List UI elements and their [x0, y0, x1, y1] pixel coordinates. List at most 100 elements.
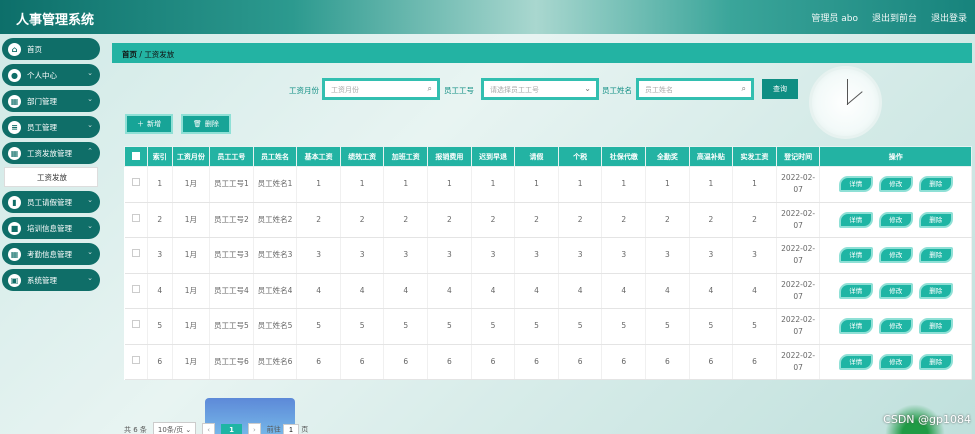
- row-checkbox[interactable]: [124, 344, 148, 380]
- table-row[interactable]: 4 1月 员工工号4 员工姓名4 4 4 4 4 4 4 4 4 4 4 4 2022-02-07 详情 修改 删除: [124, 273, 972, 309]
- table-row[interactable]: 1 1月 员工工号1 员工姓名1 1 1 1 1 1 1 1 1 1 1 1 2022-02-07 详情 修改 删除: [124, 166, 972, 203]
- row-delete-button[interactable]: 删除: [918, 353, 953, 370]
- edit-button[interactable]: 修改: [878, 211, 913, 228]
- sidebar-item-home[interactable]: ⌂ 首页: [2, 38, 100, 60]
- edit-button[interactable]: 修改: [878, 318, 913, 335]
- table-cell: 4: [558, 273, 603, 309]
- box-icon: ▣: [8, 273, 21, 287]
- search-button[interactable]: 查询: [762, 79, 798, 99]
- table-body: 1 1月 员工工号1 员工姓名1 1 1 1 1 1 1 1 1 1 1 1 2022-02-07 详情 修改 删除…: [124, 166, 972, 380]
- sidebar-item-label: 培训信息管理: [27, 223, 72, 233]
- table-cell: 3: [645, 237, 690, 274]
- detail-button[interactable]: 详情: [838, 318, 873, 335]
- row-actions: 详情 修改 删除: [819, 308, 972, 345]
- table-cell: 4: [514, 273, 559, 309]
- row-checkbox[interactable]: [124, 202, 148, 238]
- row-checkbox[interactable]: [124, 308, 148, 345]
- table-cell: 6: [601, 344, 647, 380]
- empno-select[interactable]: 请选择员工工号 ⌄: [481, 78, 599, 100]
- table-cell: 6: [383, 344, 429, 380]
- table-cell: 员工姓名3: [253, 237, 298, 274]
- next-page-button[interactable]: ›: [247, 423, 261, 434]
- sidebar-item-system[interactable]: ▣ 系统管理 ⌄: [2, 269, 100, 291]
- page-size-select[interactable]: 10条/页 ⌄: [152, 422, 197, 434]
- sidebar-item-employee[interactable]: ≡ 员工管理 ⌄: [2, 116, 100, 138]
- table-row[interactable]: 6 1月 员工工号6 员工姓名6 6 6 6 6 6 6 6 6 6 6 6 2022-02-07 详情 修改 删除: [124, 344, 972, 380]
- table-cell: 6: [147, 344, 173, 380]
- detail-button[interactable]: 详情: [838, 211, 873, 228]
- sidebar-item-label: 个人中心: [27, 70, 57, 80]
- row-delete-button[interactable]: 删除: [918, 211, 953, 228]
- table-cell: 3: [147, 237, 173, 274]
- column-header: 全勤奖: [645, 146, 690, 167]
- detail-button[interactable]: 详情: [838, 353, 873, 370]
- month-input[interactable]: 工资月份 ⌕: [322, 78, 440, 100]
- table-cell: 2: [147, 202, 173, 238]
- name-input[interactable]: 员工姓名 ⌕: [636, 78, 754, 100]
- logout-link[interactable]: 退出登录: [931, 11, 967, 24]
- sidebar-item-attendance[interactable]: ▦ 考勤信息管理 ⌄: [2, 243, 100, 265]
- select-all-checkbox[interactable]: [124, 146, 148, 167]
- row-actions: 详情 修改 删除: [819, 237, 972, 274]
- chevron-down-icon: ⌄: [87, 274, 93, 282]
- table-cell: 5: [514, 308, 559, 345]
- table-row[interactable]: 2 1月 员工工号2 员工姓名2 2 2 2 2 2 2 2 2 2 2 2 2022-02-07 详情 修改 删除: [124, 202, 972, 238]
- sidebar-item-department[interactable]: ▦ 部门管理 ⌄: [2, 90, 100, 112]
- table-cell: 1: [645, 166, 690, 203]
- row-actions: 详情 修改 删除: [819, 273, 972, 309]
- table-cell: 1月: [172, 344, 211, 380]
- table-cell: 5: [558, 308, 603, 345]
- breadcrumb-current: 工资发放: [144, 50, 175, 59]
- edit-button[interactable]: 修改: [878, 353, 913, 370]
- table-cell: 员工工号5: [209, 308, 254, 345]
- chevron-down-icon: ⌄: [87, 95, 93, 103]
- table-cell: 1: [383, 166, 429, 203]
- sidebar-item-training[interactable]: ■ 培训信息管理 ⌄: [2, 217, 100, 239]
- sidebar-item-profile[interactable]: ● 个人中心 ⌄: [2, 64, 100, 86]
- page-number-current[interactable]: 1: [221, 424, 242, 434]
- current-user: 管理员 abo: [811, 14, 858, 24]
- breadcrumb-home[interactable]: 首页: [122, 50, 137, 59]
- table-cell: 6: [645, 344, 690, 380]
- sidebar-item-leave[interactable]: ▮ 员工请假管理 ⌄: [2, 191, 100, 213]
- row-checkbox[interactable]: [124, 273, 148, 309]
- row-delete-button[interactable]: 删除: [918, 176, 953, 193]
- clock-illustration: [809, 66, 882, 139]
- column-header: 员工工号: [209, 146, 254, 167]
- table-cell: 5: [147, 308, 173, 345]
- row-delete-button[interactable]: 删除: [918, 247, 953, 264]
- row-checkbox[interactable]: [124, 237, 148, 274]
- row-checkbox[interactable]: [124, 166, 148, 203]
- sidebar-item-salary[interactable]: ▦ 工资发放管理 ⌃: [2, 142, 100, 164]
- chevron-down-icon: ⌄: [87, 248, 93, 256]
- table-cell: 员工工号1: [209, 166, 254, 203]
- detail-button[interactable]: 详情: [838, 247, 873, 264]
- goto-page-input[interactable]: [283, 424, 299, 434]
- table-row[interactable]: 3 1月 员工工号3 员工姓名3 3 3 3 3 3 3 3 3 3 3 3 2022-02-07 详情 修改 删除: [124, 237, 972, 274]
- column-header: 实发工资: [732, 146, 777, 167]
- table-cell: 4: [147, 273, 173, 309]
- table-cell: 5: [732, 308, 777, 345]
- column-header: 个税: [557, 146, 603, 167]
- detail-button[interactable]: 详情: [838, 176, 873, 193]
- row-delete-button[interactable]: 删除: [918, 282, 953, 299]
- add-button[interactable]: ＋ 新增: [125, 114, 173, 134]
- edit-button[interactable]: 修改: [878, 176, 913, 193]
- table-cell: 1: [732, 166, 777, 203]
- column-header: 迟到早退: [470, 146, 516, 167]
- column-header: 绩效工资: [339, 146, 385, 167]
- detail-button[interactable]: 详情: [838, 282, 873, 299]
- back-to-front-link[interactable]: 退出到前台: [872, 11, 917, 24]
- edit-button[interactable]: 修改: [878, 247, 913, 264]
- submenu-item-salary-payment[interactable]: 工资发放: [4, 167, 98, 187]
- row-delete-button[interactable]: 删除: [918, 318, 953, 335]
- prev-page-button[interactable]: ‹: [202, 423, 216, 434]
- column-header: 报销费用: [427, 146, 472, 167]
- action-row: ＋ 新增 🗑 删除: [125, 114, 231, 134]
- delete-button[interactable]: 🗑 删除: [181, 114, 231, 134]
- column-header: 加班工资: [383, 146, 429, 167]
- edit-button[interactable]: 修改: [878, 282, 913, 299]
- table-row[interactable]: 5 1月 员工工号5 员工姓名5 5 5 5 5 5 5 5 5 5 5 5 2022-02-07 详情 修改 删除: [124, 308, 972, 345]
- grid-icon: ▦: [8, 247, 21, 261]
- table-cell: 6: [296, 344, 341, 380]
